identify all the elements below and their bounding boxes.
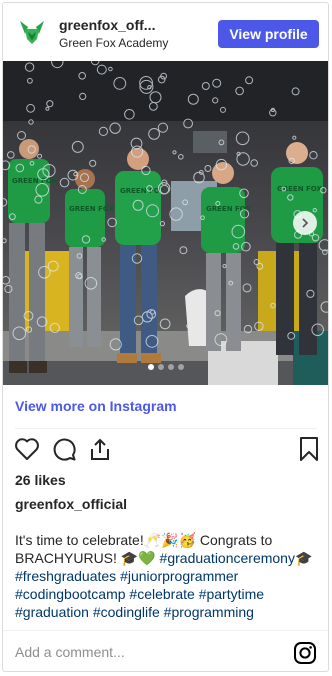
next-slide-button[interactable] xyxy=(293,211,317,235)
svg-text:GREEN FOX: GREEN FOX xyxy=(69,205,114,213)
svg-text:GREEN FOX: GREEN FOX xyxy=(206,205,251,213)
post-caption: It's time to celebrate!🥂🎉🥳 Congrats to B… xyxy=(15,531,321,621)
comment-input[interactable] xyxy=(15,641,275,663)
instagram-icon[interactable] xyxy=(293,641,317,665)
hashtag[interactable]: #juniorprogrammer xyxy=(120,568,238,584)
post-owner[interactable]: greenfox_official xyxy=(15,496,127,512)
carousel-dot xyxy=(178,364,184,370)
hashtag[interactable]: #freshgraduates xyxy=(15,568,116,584)
hashtag[interactable]: #programming xyxy=(164,604,254,620)
post-header: greenfox_off... Green Fox Academy View p… xyxy=(3,3,328,61)
heart-icon[interactable] xyxy=(13,435,41,463)
view-profile-button[interactable]: View profile xyxy=(218,20,319,48)
graduation-cap-emoji: 🎓 xyxy=(294,550,313,566)
hashtag[interactable]: #graduation xyxy=(15,604,89,620)
avatar[interactable] xyxy=(15,15,49,49)
hashtag[interactable]: #codinglife xyxy=(93,604,160,620)
view-more-link[interactable]: View more on Instagram xyxy=(15,398,177,414)
action-bar xyxy=(3,435,328,467)
likes-count[interactable]: 26 likes xyxy=(15,472,66,488)
hashtag[interactable]: #partytime xyxy=(199,586,264,602)
hashtag[interactable]: #celebrate xyxy=(129,586,194,602)
carousel-dot xyxy=(168,364,174,370)
chevron-right-icon xyxy=(302,218,309,228)
share-icon[interactable] xyxy=(86,435,114,463)
full-name: Green Fox Academy xyxy=(59,36,169,50)
svg-text:GREEN FOX: GREEN FOX xyxy=(12,177,57,185)
graduation-photo: GREEN FOX GREEN FOX GREEN FOX GREEN FOX … xyxy=(3,61,328,385)
green-fox-logo-icon xyxy=(20,21,44,44)
bookmark-icon[interactable] xyxy=(295,435,323,463)
carousel-dots xyxy=(148,364,184,370)
username[interactable]: greenfox_off... xyxy=(59,17,199,33)
svg-text:GREEN FOX: GREEN FOX xyxy=(277,185,322,193)
hashtag[interactable]: #codingbootcamp xyxy=(15,586,126,602)
carousel-dot xyxy=(148,364,154,370)
hashtag[interactable]: #graduationceremony xyxy=(160,550,295,566)
post-photo[interactable]: GREEN FOX GREEN FOX GREEN FOX GREEN FOX … xyxy=(3,61,328,385)
carousel-dot xyxy=(158,364,164,370)
comment-bar xyxy=(3,630,328,671)
comment-icon[interactable] xyxy=(50,435,78,463)
instagram-embed-card: greenfox_off... Green Fox Academy View p… xyxy=(2,2,329,672)
divider xyxy=(15,428,317,429)
